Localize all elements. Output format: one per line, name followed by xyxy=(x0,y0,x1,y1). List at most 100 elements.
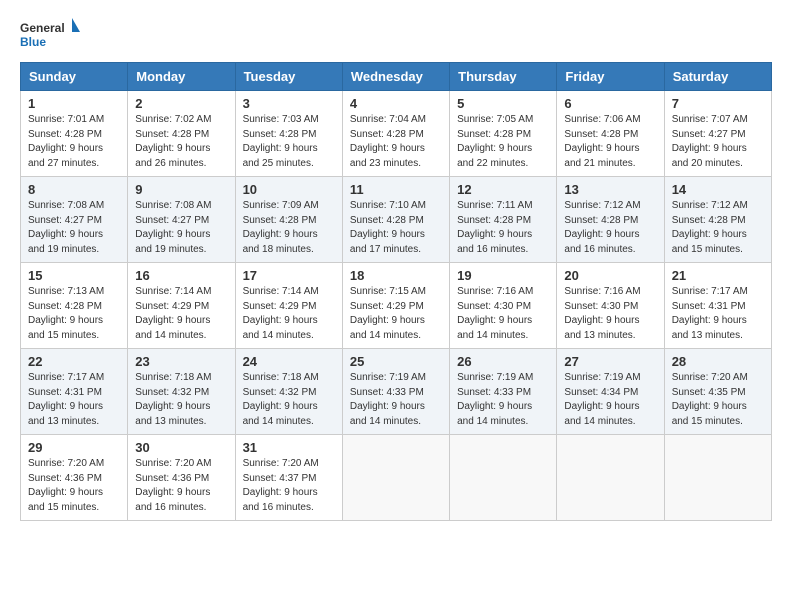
day-info: Sunrise: 7:07 AMSunset: 4:27 PMDaylight:… xyxy=(672,113,764,171)
calendar-cell: 16 Sunrise: 7:14 AMSunset: 4:29 PMDayligh… xyxy=(128,263,235,349)
day-number: 18 xyxy=(350,268,442,283)
calendar-cell: 4 Sunrise: 7:04 AMSunset: 4:28 PMDaylight… xyxy=(342,91,449,177)
calendar-cell: 25 Sunrise: 7:19 AMSunset: 4:33 PMDayligh… xyxy=(342,349,449,435)
day-info: Sunrise: 7:03 AMSunset: 4:28 PMDaylight:… xyxy=(243,113,335,171)
day-info: Sunrise: 7:08 AMSunset: 4:27 PMDaylight:… xyxy=(28,199,120,257)
calendar-week-row: 22Sunrise: 7:17 AMSunset: 4:31 PMDayligh… xyxy=(21,349,772,435)
day-number: 1 xyxy=(28,96,120,111)
column-header-wednesday: Wednesday xyxy=(342,63,449,91)
calendar-cell xyxy=(450,435,557,521)
calendar-cell xyxy=(664,435,771,521)
day-info: Sunrise: 7:04 AMSunset: 4:28 PMDaylight:… xyxy=(350,113,442,171)
day-info: Sunrise: 7:19 AMSunset: 4:34 PMDaylight:… xyxy=(564,371,656,429)
day-info: Sunrise: 7:05 AMSunset: 4:28 PMDaylight:… xyxy=(457,113,549,171)
calendar-cell: 8Sunrise: 7:08 AMSunset: 4:27 PMDaylight… xyxy=(21,177,128,263)
calendar-cell xyxy=(342,435,449,521)
day-info: Sunrise: 7:10 AMSunset: 4:28 PMDaylight:… xyxy=(350,199,442,257)
calendar-cell: 31 Sunrise: 7:20 AMSunset: 4:37 PMDayligh… xyxy=(235,435,342,521)
day-info: Sunrise: 7:20 AMSunset: 4:36 PMDaylight:… xyxy=(135,457,227,515)
calendar-cell: 1 Sunrise: 7:01 AMSunset: 4:28 PMDaylight… xyxy=(21,91,128,177)
calendar-cell: 9Sunrise: 7:08 AMSunset: 4:27 PMDaylight… xyxy=(128,177,235,263)
calendar-cell: 23 Sunrise: 7:18 AMSunset: 4:32 PMDayligh… xyxy=(128,349,235,435)
day-number: 19 xyxy=(457,268,549,283)
day-info: Sunrise: 7:19 AMSunset: 4:33 PMDaylight:… xyxy=(350,371,442,429)
calendar-cell: 20Sunrise: 7:16 AMSunset: 4:30 PMDayligh… xyxy=(557,263,664,349)
calendar-header-row: SundayMondayTuesdayWednesdayThursdayFrid… xyxy=(21,63,772,91)
day-number: 6 xyxy=(564,96,656,111)
day-number: 30 xyxy=(135,440,227,455)
day-number: 2 xyxy=(135,96,227,111)
calendar-cell: 29Sunrise: 7:20 AMSunset: 4:36 PMDayligh… xyxy=(21,435,128,521)
day-info: Sunrise: 7:15 AMSunset: 4:29 PMDaylight:… xyxy=(350,285,442,343)
day-number: 25 xyxy=(350,354,442,369)
day-number: 10 xyxy=(243,182,335,197)
calendar-cell: 15Sunrise: 7:13 AMSunset: 4:28 PMDayligh… xyxy=(21,263,128,349)
day-info: Sunrise: 7:12 AMSunset: 4:28 PMDaylight:… xyxy=(564,199,656,257)
calendar-cell: 10 Sunrise: 7:09 AMSunset: 4:28 PMDayligh… xyxy=(235,177,342,263)
day-number: 14 xyxy=(672,182,764,197)
column-header-tuesday: Tuesday xyxy=(235,63,342,91)
svg-text:Blue: Blue xyxy=(20,35,46,49)
day-number: 21 xyxy=(672,268,764,283)
calendar-week-row: 8Sunrise: 7:08 AMSunset: 4:27 PMDaylight… xyxy=(21,177,772,263)
day-number: 20 xyxy=(564,268,656,283)
calendar-cell: 7 Sunrise: 7:07 AMSunset: 4:27 PMDaylight… xyxy=(664,91,771,177)
calendar-table: SundayMondayTuesdayWednesdayThursdayFrid… xyxy=(20,62,772,521)
day-number: 13 xyxy=(564,182,656,197)
page-header: General Blue xyxy=(20,16,772,52)
day-info: Sunrise: 7:12 AMSunset: 4:28 PMDaylight:… xyxy=(672,199,764,257)
day-number: 29 xyxy=(28,440,120,455)
day-number: 28 xyxy=(672,354,764,369)
calendar-week-row: 29 Sunrise: 7:20 AMSunset: 4:36 PMDayligh… xyxy=(21,435,772,521)
calendar-cell: 18 Sunrise: 7:15 AMSunset: 4:29 PMDayligh… xyxy=(342,263,449,349)
day-number: 27 xyxy=(564,354,656,369)
day-number: 4 xyxy=(350,96,442,111)
calendar-cell xyxy=(557,435,664,521)
day-number: 12 xyxy=(457,182,549,197)
calendar-cell: 24Sunrise: 7:18 AMSunset: 4:32 PMDayligh… xyxy=(235,349,342,435)
day-info: Sunrise: 7:06 AMSunset: 4:28 PMDaylight:… xyxy=(564,113,656,171)
calendar-cell: 12 Sunrise: 7:11 AMSunset: 4:28 PMDayligh… xyxy=(450,177,557,263)
day-number: 24 xyxy=(243,354,335,369)
calendar-cell: 11 Sunrise: 7:10 AMSunset: 4:28 PMDayligh… xyxy=(342,177,449,263)
day-info: Sunrise: 7:20 AMSunset: 4:37 PMDaylight:… xyxy=(243,457,335,515)
column-header-friday: Friday xyxy=(557,63,664,91)
day-number: 17 xyxy=(243,268,335,283)
day-number: 23 xyxy=(135,354,227,369)
calendar-week-row: 1 Sunrise: 7:01 AMSunset: 4:28 PMDaylight… xyxy=(21,91,772,177)
day-number: 3 xyxy=(243,96,335,111)
svg-text:General: General xyxy=(20,21,65,35)
day-info: Sunrise: 7:17 AMSunset: 4:31 PMDaylight:… xyxy=(672,285,764,343)
calendar-cell: 21 Sunrise: 7:17 AMSunset: 4:31 PMDayligh… xyxy=(664,263,771,349)
calendar-cell: 22Sunrise: 7:17 AMSunset: 4:31 PMDayligh… xyxy=(21,349,128,435)
day-info: Sunrise: 7:20 AMSunset: 4:35 PMDaylight:… xyxy=(672,371,764,429)
calendar-cell: 13 Sunrise: 7:12 AMSunset: 4:28 PMDayligh… xyxy=(557,177,664,263)
day-info: Sunrise: 7:13 AMSunset: 4:28 PMDaylight:… xyxy=(28,285,120,343)
calendar-cell: 17 Sunrise: 7:14 AMSunset: 4:29 PMDayligh… xyxy=(235,263,342,349)
day-info: Sunrise: 7:18 AMSunset: 4:32 PMDaylight:… xyxy=(135,371,227,429)
day-info: Sunrise: 7:08 AMSunset: 4:27 PMDaylight:… xyxy=(135,199,227,257)
calendar-cell: 14 Sunrise: 7:12 AMSunset: 4:28 PMDayligh… xyxy=(664,177,771,263)
day-number: 16 xyxy=(135,268,227,283)
day-number: 31 xyxy=(243,440,335,455)
day-info: Sunrise: 7:11 AMSunset: 4:28 PMDaylight:… xyxy=(457,199,549,257)
calendar-cell: 5Sunrise: 7:05 AMSunset: 4:28 PMDaylight… xyxy=(450,91,557,177)
day-info: Sunrise: 7:19 AMSunset: 4:33 PMDaylight:… xyxy=(457,371,549,429)
calendar-cell: 26Sunrise: 7:19 AMSunset: 4:33 PMDayligh… xyxy=(450,349,557,435)
logo-icon: General Blue xyxy=(20,16,80,52)
day-info: Sunrise: 7:01 AMSunset: 4:28 PMDaylight:… xyxy=(28,113,120,171)
day-number: 11 xyxy=(350,182,442,197)
logo: General Blue xyxy=(20,16,80,52)
calendar-week-row: 15Sunrise: 7:13 AMSunset: 4:28 PMDayligh… xyxy=(21,263,772,349)
day-info: Sunrise: 7:14 AMSunset: 4:29 PMDaylight:… xyxy=(135,285,227,343)
calendar-cell: 28 Sunrise: 7:20 AMSunset: 4:35 PMDayligh… xyxy=(664,349,771,435)
calendar-cell: 6 Sunrise: 7:06 AMSunset: 4:28 PMDaylight… xyxy=(557,91,664,177)
day-info: Sunrise: 7:14 AMSunset: 4:29 PMDaylight:… xyxy=(243,285,335,343)
day-number: 7 xyxy=(672,96,764,111)
column-header-monday: Monday xyxy=(128,63,235,91)
calendar-cell: 30 Sunrise: 7:20 AMSunset: 4:36 PMDayligh… xyxy=(128,435,235,521)
day-info: Sunrise: 7:09 AMSunset: 4:28 PMDaylight:… xyxy=(243,199,335,257)
calendar-cell: 2Sunrise: 7:02 AMSunset: 4:28 PMDaylight… xyxy=(128,91,235,177)
calendar-cell: 19 Sunrise: 7:16 AMSunset: 4:30 PMDayligh… xyxy=(450,263,557,349)
day-info: Sunrise: 7:16 AMSunset: 4:30 PMDaylight:… xyxy=(457,285,549,343)
